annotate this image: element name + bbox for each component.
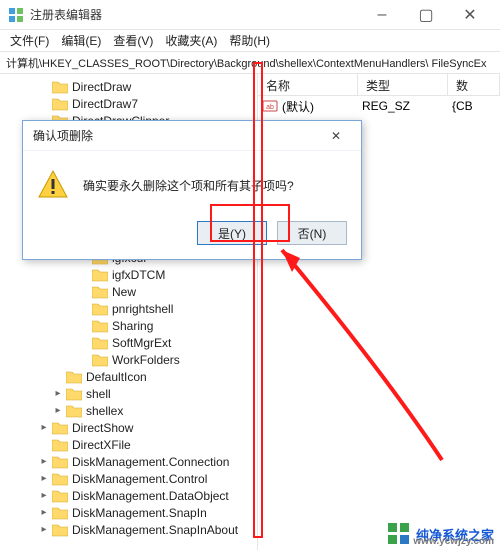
expand-icon[interactable] <box>78 354 90 366</box>
menu-edit[interactable]: 编辑(E) <box>55 30 107 51</box>
expand-icon[interactable]: ▸ <box>38 507 50 519</box>
expand-icon[interactable] <box>78 303 90 315</box>
svg-text:ab: ab <box>266 104 274 111</box>
expand-icon[interactable]: ▸ <box>38 524 50 536</box>
tree-item-label: DirectXFile <box>72 438 131 452</box>
tree-item[interactable]: ▸ DiskManagement.SnapInAbout <box>0 521 257 538</box>
expand-icon[interactable] <box>38 81 50 93</box>
expand-icon[interactable]: ▸ <box>52 388 64 400</box>
confirm-dialog: 确认项删除 ✕ 确实要永久删除这个项和所有其子项吗? 是(Y) 否(N) <box>22 120 362 260</box>
watermark-logo-icon <box>388 523 410 545</box>
tree-item-label: WorkFolders <box>112 353 180 367</box>
tree-item-label: DiskManagement.Connection <box>72 455 229 469</box>
dialog-message: 确实要永久删除这个项和所有其子项吗? <box>83 177 294 194</box>
tree-item-label: DiskManagement.Control <box>72 472 207 486</box>
menu-view[interactable]: 查看(V) <box>107 30 159 51</box>
title-bar: 注册表编辑器 – ▢ ✕ <box>0 0 500 30</box>
address-text: 计算机\HKEY_CLASSES_ROOT\Directory\Backgrou… <box>6 55 487 71</box>
tree-item[interactable]: ▸ DirectShow <box>0 419 257 436</box>
tree-item[interactable]: igfxDTCM <box>0 266 257 283</box>
tree-item[interactable]: New <box>0 283 257 300</box>
tree-item-label: shell <box>86 387 111 401</box>
value-data: {CB <box>452 99 500 113</box>
expand-icon[interactable] <box>78 337 90 349</box>
expand-icon[interactable] <box>78 286 90 298</box>
app-icon <box>8 7 24 23</box>
tree-item-label: New <box>112 285 136 299</box>
tree-item-label: shellex <box>86 404 123 418</box>
tree-item[interactable]: Sharing <box>0 317 257 334</box>
tree-item[interactable]: ▸ DiskManagement.Connection <box>0 453 257 470</box>
header-name[interactable]: 名称 <box>258 74 358 95</box>
tree-item[interactable]: SoftMgrExt <box>0 334 257 351</box>
close-button[interactable]: ✕ <box>448 1 492 29</box>
expand-icon[interactable] <box>38 98 50 110</box>
menu-help[interactable]: 帮助(H) <box>223 30 276 51</box>
expand-icon[interactable] <box>38 439 50 451</box>
menu-file[interactable]: 文件(F) <box>4 30 55 51</box>
tree-item-label: pnrightshell <box>112 302 173 316</box>
window-title: 注册表编辑器 <box>30 6 360 23</box>
string-value-icon: ab <box>262 98 278 114</box>
tree-item-label: DiskManagement.DataObject <box>72 489 229 503</box>
list-body: ab (默认)REG_SZ{CB <box>258 96 500 116</box>
tree-item[interactable]: ▸ DiskManagement.DataObject <box>0 487 257 504</box>
tree-item[interactable]: ▸ DiskManagement.SnapIn <box>0 504 257 521</box>
header-data[interactable]: 数 <box>448 74 500 95</box>
header-type[interactable]: 类型 <box>358 74 448 95</box>
yes-button[interactable]: 是(Y) <box>197 221 267 245</box>
dialog-title: 确认项删除 <box>33 127 93 144</box>
maximize-button[interactable]: ▢ <box>404 1 448 29</box>
expand-icon[interactable] <box>78 269 90 281</box>
watermark-url: www.ycwjzy.com <box>413 536 494 547</box>
tree-item-label: igfxDTCM <box>112 268 165 282</box>
tree-item[interactable]: pnrightshell <box>0 300 257 317</box>
tree-item[interactable]: DirectDraw <box>0 78 257 95</box>
dialog-close-button[interactable]: ✕ <box>321 124 351 148</box>
tree-item[interactable]: DirectXFile <box>0 436 257 453</box>
tree-item-label: DirectShow <box>72 421 133 435</box>
minimize-button[interactable]: – <box>360 1 404 29</box>
expand-icon[interactable]: ▸ <box>38 456 50 468</box>
watermark: 纯净系统之家 www.ycwjzy.com <box>388 523 494 545</box>
list-header: 名称 类型 数 <box>258 74 500 96</box>
expand-icon[interactable] <box>78 320 90 332</box>
expand-icon[interactable]: ▸ <box>38 422 50 434</box>
no-button[interactable]: 否(N) <box>277 221 347 245</box>
tree-item[interactable]: DirectDraw7 <box>0 95 257 112</box>
tree-item-label: DiskManagement.SnapIn <box>72 506 207 520</box>
tree-item[interactable]: ▸ DiskManagement.Control <box>0 470 257 487</box>
dialog-titlebar: 确认项删除 ✕ <box>23 121 361 151</box>
tree-item-label: SoftMgrExt <box>112 336 171 350</box>
address-bar[interactable]: 计算机\HKEY_CLASSES_ROOT\Directory\Backgrou… <box>0 52 500 74</box>
expand-icon[interactable]: ▸ <box>38 490 50 502</box>
expand-icon[interactable]: ▸ <box>52 405 64 417</box>
menu-bar: 文件(F) 编辑(E) 查看(V) 收藏夹(A) 帮助(H) <box>0 30 500 52</box>
tree-item-label: DiskManagement.SnapInAbout <box>72 523 238 537</box>
menu-fav[interactable]: 收藏夹(A) <box>159 30 223 51</box>
tree-item[interactable]: ▸ shell <box>0 385 257 402</box>
tree-item-label: DefaultIcon <box>86 370 147 384</box>
value-type: REG_SZ <box>362 99 452 113</box>
tree-item-label: Sharing <box>112 319 153 333</box>
list-row[interactable]: ab (默认)REG_SZ{CB <box>258 96 500 116</box>
expand-icon[interactable] <box>52 371 64 383</box>
dialog-buttons: 是(Y) 否(N) <box>23 211 361 259</box>
tree-item[interactable]: DefaultIcon <box>0 368 257 385</box>
tree-item[interactable]: WorkFolders <box>0 351 257 368</box>
window-buttons: – ▢ ✕ <box>360 1 492 29</box>
expand-icon[interactable]: ▸ <box>38 473 50 485</box>
tree-item-label: DirectDraw <box>72 80 131 94</box>
value-name: (默认) <box>282 98 362 115</box>
warning-icon <box>37 169 69 201</box>
tree-item-label: DirectDraw7 <box>72 97 138 111</box>
dialog-body: 确实要永久删除这个项和所有其子项吗? <box>23 151 361 211</box>
tree-item[interactable]: ▸ shellex <box>0 402 257 419</box>
